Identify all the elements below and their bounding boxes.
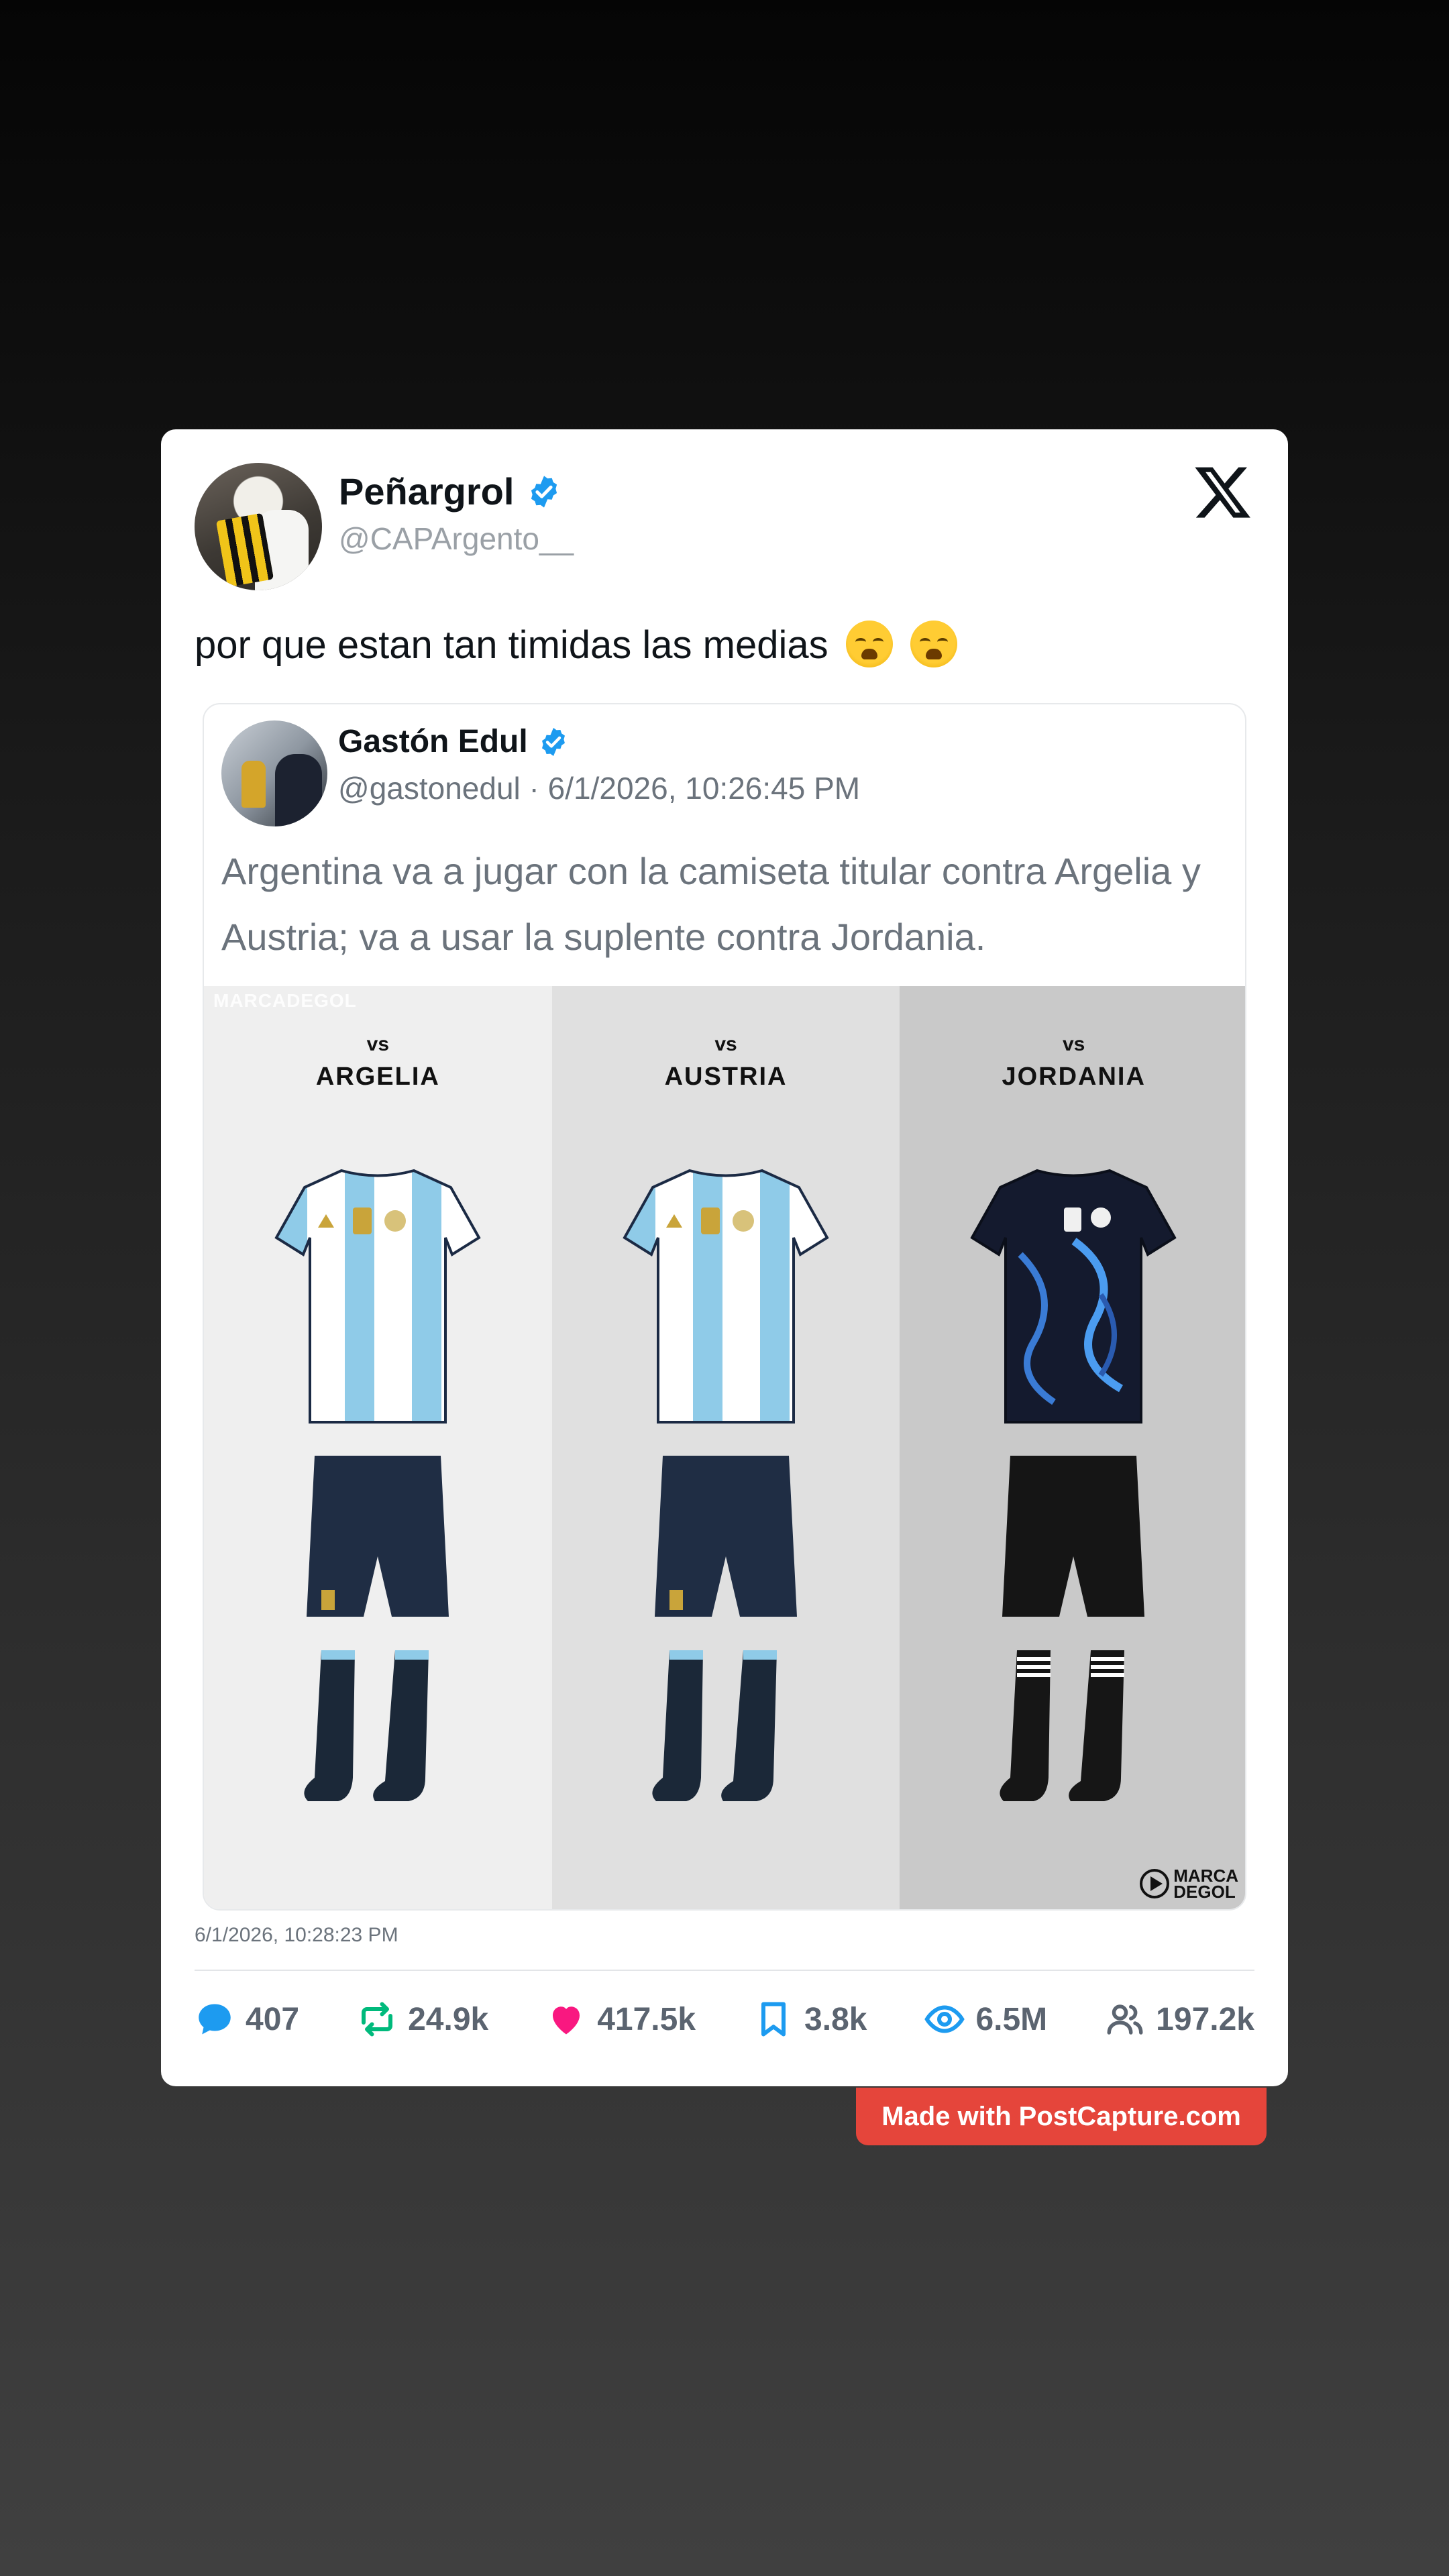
followers-count: 197.2k [1156,2001,1254,2037]
brand-logo-text: MARCA DEGOL [1173,1867,1238,1902]
home-socks [304,1650,429,1801]
bookmark-icon [761,2002,786,2037]
divider [195,1970,1254,1971]
play-icon [1140,1869,1170,1898]
loudly-crying-face-icon [910,621,957,667]
author-name[interactable]: Peñargrol [339,470,514,513]
reply-stat[interactable]: 407 [195,1999,299,2039]
reply-icon [199,2004,231,2035]
kit-column-jordania: vs JORDANIA MARCA DEGOL [900,986,1245,1909]
like-stat[interactable]: 417.5k [546,1999,696,2039]
kit-column-argelia: MARCADEGOL vs ARGELIA [204,986,552,1909]
home-kit-illustration [274,1169,481,1801]
home-shirt [274,1169,481,1424]
quoted-text: Argentina va a jugar con la camiseta tit… [221,850,1201,958]
tweet-text: por que estan tan timidas las medias [195,621,957,667]
heart-icon [553,2006,580,2035]
home-socks [652,1650,777,1801]
vs-label: vs [1062,1033,1085,1055]
users-icon [1107,2004,1143,2035]
marcadegol-logo: MARCA DEGOL [1140,1867,1238,1902]
followers-stat[interactable]: 197.2k [1105,1999,1254,2039]
like-count: 417.5k [597,2001,696,2037]
verified-badge-icon [541,727,565,756]
tweet-card: Peñargrol @CAPArgento__ por que estan ta… [161,429,1288,2086]
away-shorts [1002,1456,1145,1617]
quoted-author-avatar[interactable] [221,720,327,826]
home-shirt [622,1169,829,1424]
repost-stat[interactable]: 24.9k [357,1999,488,2039]
quoted-meta: @gastonedul · 6/1/2026, 10:26:45 PM [338,771,861,806]
reply-count: 407 [246,2001,300,2037]
brand-logo-line: DEGOL [1173,1882,1236,1902]
home-kit-illustration [622,1169,829,1801]
bookmark-count: 3.8k [804,2001,867,2037]
loudly-crying-face-icon [845,621,893,667]
team-name: JORDANIA [1002,1063,1146,1091]
kit-column-austria: vs AUSTRIA [551,986,900,1909]
quoted-author-name-row[interactable]: Gastón Edul [338,723,570,760]
vs-label: vs [366,1033,390,1055]
repost-count: 24.9k [408,2001,489,2037]
away-shirt [970,1169,1177,1424]
team-name: AUSTRIA [664,1063,788,1091]
engagement-bar: 407 24.9k 417.5k 3.8k 6.5M 197.2k [195,1992,1254,2046]
verified-badge-icon [531,475,557,508]
avatar-figure [275,754,322,826]
vs-label: vs [714,1033,737,1055]
home-shorts [307,1456,449,1617]
home-shorts [654,1456,797,1617]
away-socks [1000,1650,1125,1801]
eye-icon [924,2005,965,2033]
author-name-row[interactable]: Peñargrol [339,470,562,513]
views-stat[interactable]: 6.5M [924,1999,1047,2039]
quoted-author-name[interactable]: Gastón Edul [338,723,528,760]
x-logo-icon[interactable] [1193,462,1253,522]
author-handle[interactable]: @CAPArgento__ [339,521,574,557]
postcapture-watermark-button[interactable]: Made with PostCapture.com [856,2088,1267,2145]
quoted-tweet[interactable]: Gastón Edul @gastonedul · 6/1/2026, 10:2… [203,703,1246,1911]
avatar-trophy [241,761,266,808]
repost-icon [362,2002,393,2037]
team-name: ARGELIA [315,1063,440,1091]
away-kit-illustration [970,1169,1177,1801]
tweet-text-content: por que estan tan timidas las medias [195,623,828,667]
tweet-timestamp: 6/1/2026, 10:28:23 PM [195,1924,398,1946]
views-count: 6.5M [975,2001,1048,2037]
kits-image[interactable]: MARCADEGOL vs ARGELIA vs AUSTRIA vs JORD… [204,986,1245,1909]
image-watermark: MARCADEGOL [213,990,357,1011]
author-avatar[interactable] [195,463,322,590]
bookmark-stat[interactable]: 3.8k [753,1999,867,2039]
